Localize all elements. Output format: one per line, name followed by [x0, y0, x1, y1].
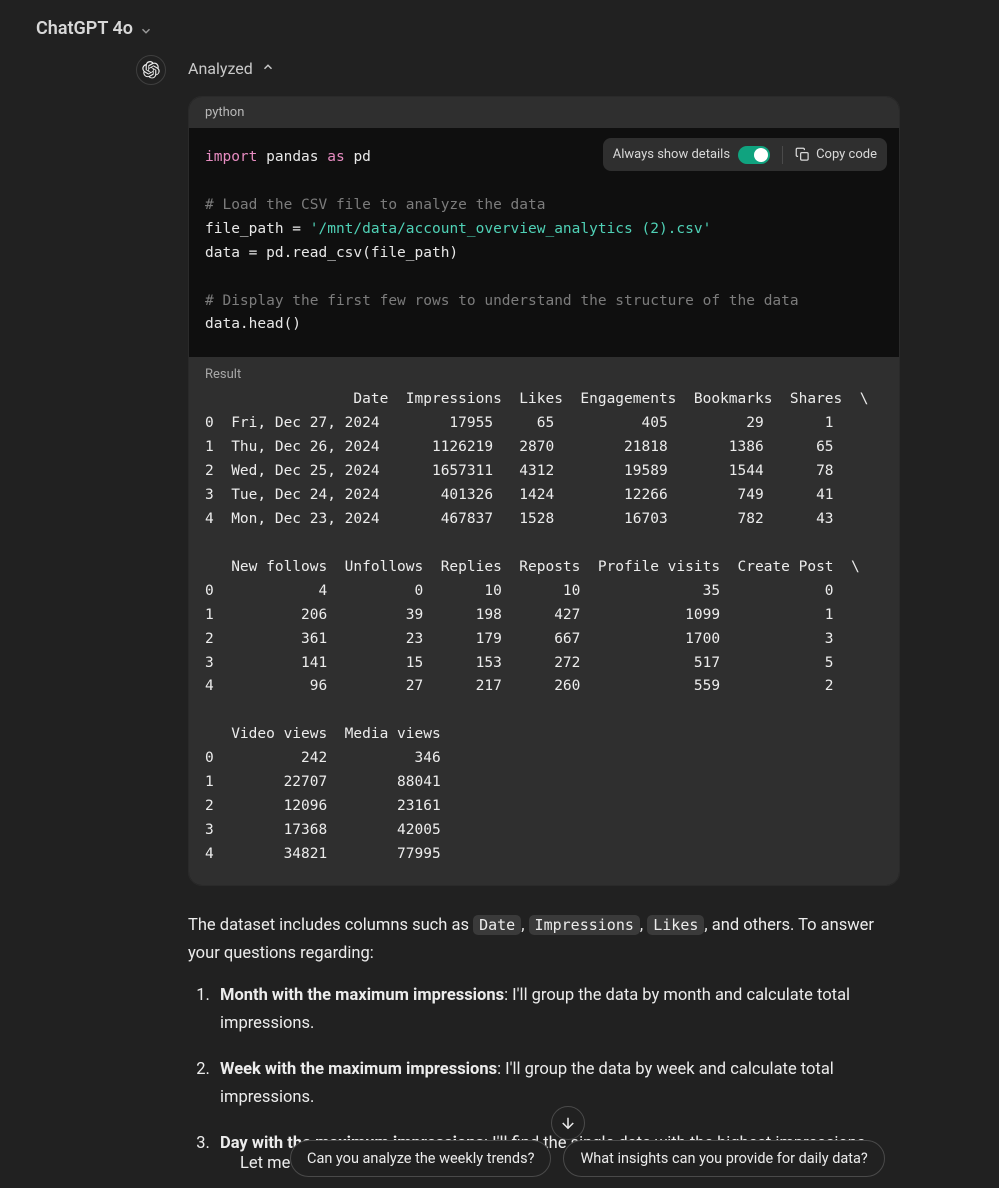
- code-body: Always show details Copy code import panda…: [189, 128, 899, 357]
- kw-import: import: [205, 149, 257, 165]
- inline-code: Impressions: [529, 915, 640, 935]
- code-controls: Always show details Copy code: [603, 138, 887, 171]
- intro-paragraph: The dataset includes columns such as Dat…: [188, 912, 900, 968]
- assistant-message: The dataset includes columns such as Dat…: [188, 912, 900, 1158]
- toggle-label: Always show details: [613, 144, 730, 165]
- copy-label: Copy code: [816, 144, 877, 165]
- chevron-up-icon: [261, 59, 275, 78]
- list-item: Week with the maximum impressions: I'll …: [214, 1056, 900, 1112]
- result-section: Result Date Impressions Likes Engagement…: [189, 357, 899, 884]
- ident-pd: pd: [353, 149, 370, 165]
- scroll-to-bottom-button[interactable]: [551, 1106, 585, 1140]
- suggestion-row: Can you analyze the weekly trends? What …: [290, 1140, 885, 1177]
- toggle-switch-icon: [738, 146, 770, 164]
- comment: # Display the first few rows to understa…: [205, 293, 799, 309]
- inline-code: Likes: [647, 915, 704, 935]
- ident-pandas: pandas: [266, 149, 318, 165]
- suggestion-pill[interactable]: Can you analyze the weekly trends?: [290, 1140, 551, 1177]
- kw-as: as: [327, 149, 344, 165]
- model-name: ChatGPT 4o: [36, 18, 133, 39]
- analyzed-label: Analyzed: [188, 59, 253, 78]
- copy-code-button[interactable]: Copy code: [795, 144, 877, 165]
- chevron-down-icon: [139, 22, 153, 36]
- result-output: Date Impressions Likes Engagements Bookm…: [205, 388, 883, 866]
- assistant-avatar: [136, 55, 166, 85]
- bold: Month with the maximum impressions: [220, 986, 504, 1005]
- code-text: data = pd.read_csv(file_path): [205, 245, 458, 261]
- code-string: '/mnt/data/account_overview_analytics (2…: [310, 221, 712, 237]
- bold: Week with the maximum impressions: [220, 1060, 497, 1079]
- inline-code: Date: [473, 915, 521, 935]
- code-text: file_path =: [205, 221, 310, 237]
- code-card: python Always show details Copy code impor…: [188, 96, 900, 886]
- code-text: data.head(): [205, 316, 301, 332]
- list-item: Month with the maximum impressions: I'll…: [214, 982, 900, 1038]
- text: The dataset includes columns such as: [188, 916, 473, 935]
- always-show-details-toggle[interactable]: Always show details: [613, 144, 770, 165]
- separator: [782, 146, 783, 164]
- suggestion-pill[interactable]: What insights can you provide for daily …: [563, 1140, 884, 1177]
- text: ,: [521, 916, 528, 935]
- comment: # Load the CSV file to analyze the data: [205, 197, 545, 213]
- code-language-label: python: [189, 97, 899, 128]
- analysis-toggle[interactable]: Analyzed: [136, 55, 954, 96]
- result-label: Result: [205, 367, 883, 382]
- model-selector[interactable]: ChatGPT 4o: [36, 18, 153, 39]
